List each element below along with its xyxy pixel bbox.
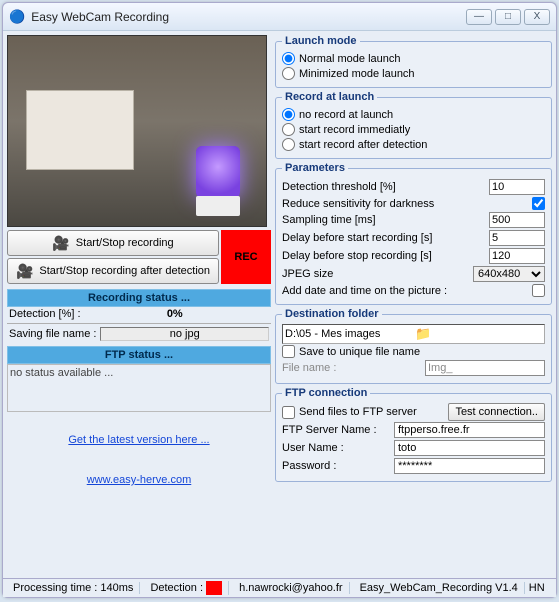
parameters-group: Parameters Detection threshold [%] Reduc… xyxy=(275,162,552,305)
threshold-label: Detection threshold [%] xyxy=(282,181,489,193)
delay-stop-label: Delay before stop recording [s] xyxy=(282,250,489,262)
ftp-user-input[interactable] xyxy=(394,440,545,456)
minimize-button[interactable]: — xyxy=(466,9,492,25)
delay-before-input[interactable] xyxy=(489,230,545,246)
ftp-pass-label: Password : xyxy=(282,460,390,472)
threshold-input[interactable] xyxy=(489,179,545,195)
camera-icon: 🎥 xyxy=(52,235,69,252)
ftp-group: FTP connection Send files to FTP server … xyxy=(275,387,552,482)
launch-normal-label: Normal mode launch xyxy=(299,53,401,65)
launch-min-radio[interactable]: Minimized mode launch xyxy=(282,66,545,81)
rec-label: REC xyxy=(234,251,257,263)
destination-legend: Destination folder xyxy=(282,308,382,320)
launch-normal-input[interactable] xyxy=(282,52,295,65)
ftp-legend: FTP connection xyxy=(282,387,370,399)
destination-path-row[interactable]: D:\05 - Mes images 📁 xyxy=(282,324,545,344)
launch-min-label: Minimized mode launch xyxy=(299,68,415,80)
detection-pct-label: Detection [%] : xyxy=(9,308,81,320)
delay-before-label: Delay before start recording [s] xyxy=(282,232,489,244)
ftp-status-text: no status available ... xyxy=(10,367,113,379)
save-unique-row[interactable]: Save to unique file name xyxy=(282,344,545,359)
test-connection-button[interactable]: Test connection.. xyxy=(448,403,545,421)
start-stop-label: Start/Stop recording xyxy=(76,237,174,249)
reduce-checkbox[interactable] xyxy=(532,197,545,210)
ftp-server-input[interactable] xyxy=(394,422,545,438)
ftp-send-label: Send files to FTP server xyxy=(299,406,444,418)
record-launch-legend: Record at launch xyxy=(282,91,377,103)
maximize-button[interactable]: □ xyxy=(495,9,521,25)
jpeg-size-label: JPEG size xyxy=(282,268,473,280)
status-email: h.nawrocki@yahoo.fr xyxy=(233,582,350,594)
parameters-legend: Parameters xyxy=(282,162,348,174)
launch-mode-legend: Launch mode xyxy=(282,35,360,47)
webcam-preview xyxy=(7,35,267,227)
folder-browse-icon[interactable]: 📁 xyxy=(415,326,542,342)
start-stop-recording-button[interactable]: 🎥 Start/Stop recording xyxy=(7,230,219,256)
start-stop-det-label: Start/Stop recording after detection xyxy=(39,265,210,277)
recording-status-header: Recording status ... xyxy=(7,289,271,307)
status-bar: Processing time : 140ms Detection : h.na… xyxy=(3,578,556,597)
reduce-label: Reduce sensitivity for darkness xyxy=(282,198,532,210)
record-launch-group: Record at launch no record at launch sta… xyxy=(275,91,552,159)
delay-stop-input[interactable] xyxy=(489,248,545,264)
detection-pct-value: 0% xyxy=(81,308,269,320)
status-version: Easy_WebCam_Recording V1.4 xyxy=(354,582,525,594)
filename-input[interactable] xyxy=(425,360,545,376)
ftp-send-checkbox[interactable] xyxy=(282,406,295,419)
record-none-radio[interactable]: no record at launch xyxy=(282,107,545,122)
app-icon: 🔵 xyxy=(9,9,25,25)
start-stop-detection-button[interactable]: 🎥 Start/Stop recording after detection xyxy=(7,258,219,284)
record-none-label: no record at launch xyxy=(299,109,393,121)
record-after-label: start record after detection xyxy=(299,139,427,151)
window-title: Easy WebCam Recording xyxy=(31,10,466,24)
status-author: HN xyxy=(529,582,545,594)
ftp-pass-input[interactable] xyxy=(394,458,545,474)
adddate-label: Add date and time on the picture : xyxy=(282,285,532,297)
processing-time: Processing time : 140ms xyxy=(7,582,140,594)
titlebar: 🔵 Easy WebCam Recording — □ X xyxy=(3,3,556,31)
latest-version-link[interactable]: Get the latest version here ... xyxy=(7,434,271,446)
save-unique-checkbox[interactable] xyxy=(282,345,295,358)
adddate-checkbox[interactable] xyxy=(532,284,545,297)
ftp-status-header: FTP status ... xyxy=(7,346,271,364)
record-after-radio[interactable]: start record after detection xyxy=(282,137,545,152)
saving-file-value: no jpg xyxy=(100,327,269,341)
saving-file-label: Saving file name : xyxy=(9,328,96,340)
website-link[interactable]: www.easy-herve.com xyxy=(7,474,271,486)
ftp-server-label: FTP Server Name : xyxy=(282,424,390,436)
close-button[interactable]: X xyxy=(524,9,550,25)
record-immed-input[interactable] xyxy=(282,123,295,136)
record-immed-radio[interactable]: start record immediatly xyxy=(282,122,545,137)
detection-indicator-icon xyxy=(206,581,222,595)
launch-mode-group: Launch mode Normal mode launch Minimized… xyxy=(275,35,552,88)
ftp-user-label: User Name : xyxy=(282,442,390,454)
launch-min-input[interactable] xyxy=(282,67,295,80)
destination-group: Destination folder D:\05 - Mes images 📁 … xyxy=(275,308,552,384)
launch-normal-radio[interactable]: Normal mode launch xyxy=(282,51,545,66)
filename-label: File name : xyxy=(282,362,425,374)
rec-indicator[interactable]: REC xyxy=(221,230,271,284)
record-after-input[interactable] xyxy=(282,138,295,151)
camera-detect-icon: 🎥 xyxy=(16,263,33,280)
save-unique-label: Save to unique file name xyxy=(299,346,420,358)
ftp-status-box: no status available ... xyxy=(7,364,271,412)
sampling-input[interactable] xyxy=(489,212,545,228)
status-detection-text: Detection : xyxy=(150,582,203,594)
destination-path: D:\05 - Mes images xyxy=(285,328,412,340)
record-none-input[interactable] xyxy=(282,108,295,121)
sampling-label: Sampling time [ms] xyxy=(282,214,489,226)
status-detection-label: Detection : xyxy=(144,581,229,595)
jpeg-size-select[interactable]: 640x480 xyxy=(473,266,545,282)
record-immed-label: start record immediatly xyxy=(299,124,410,136)
